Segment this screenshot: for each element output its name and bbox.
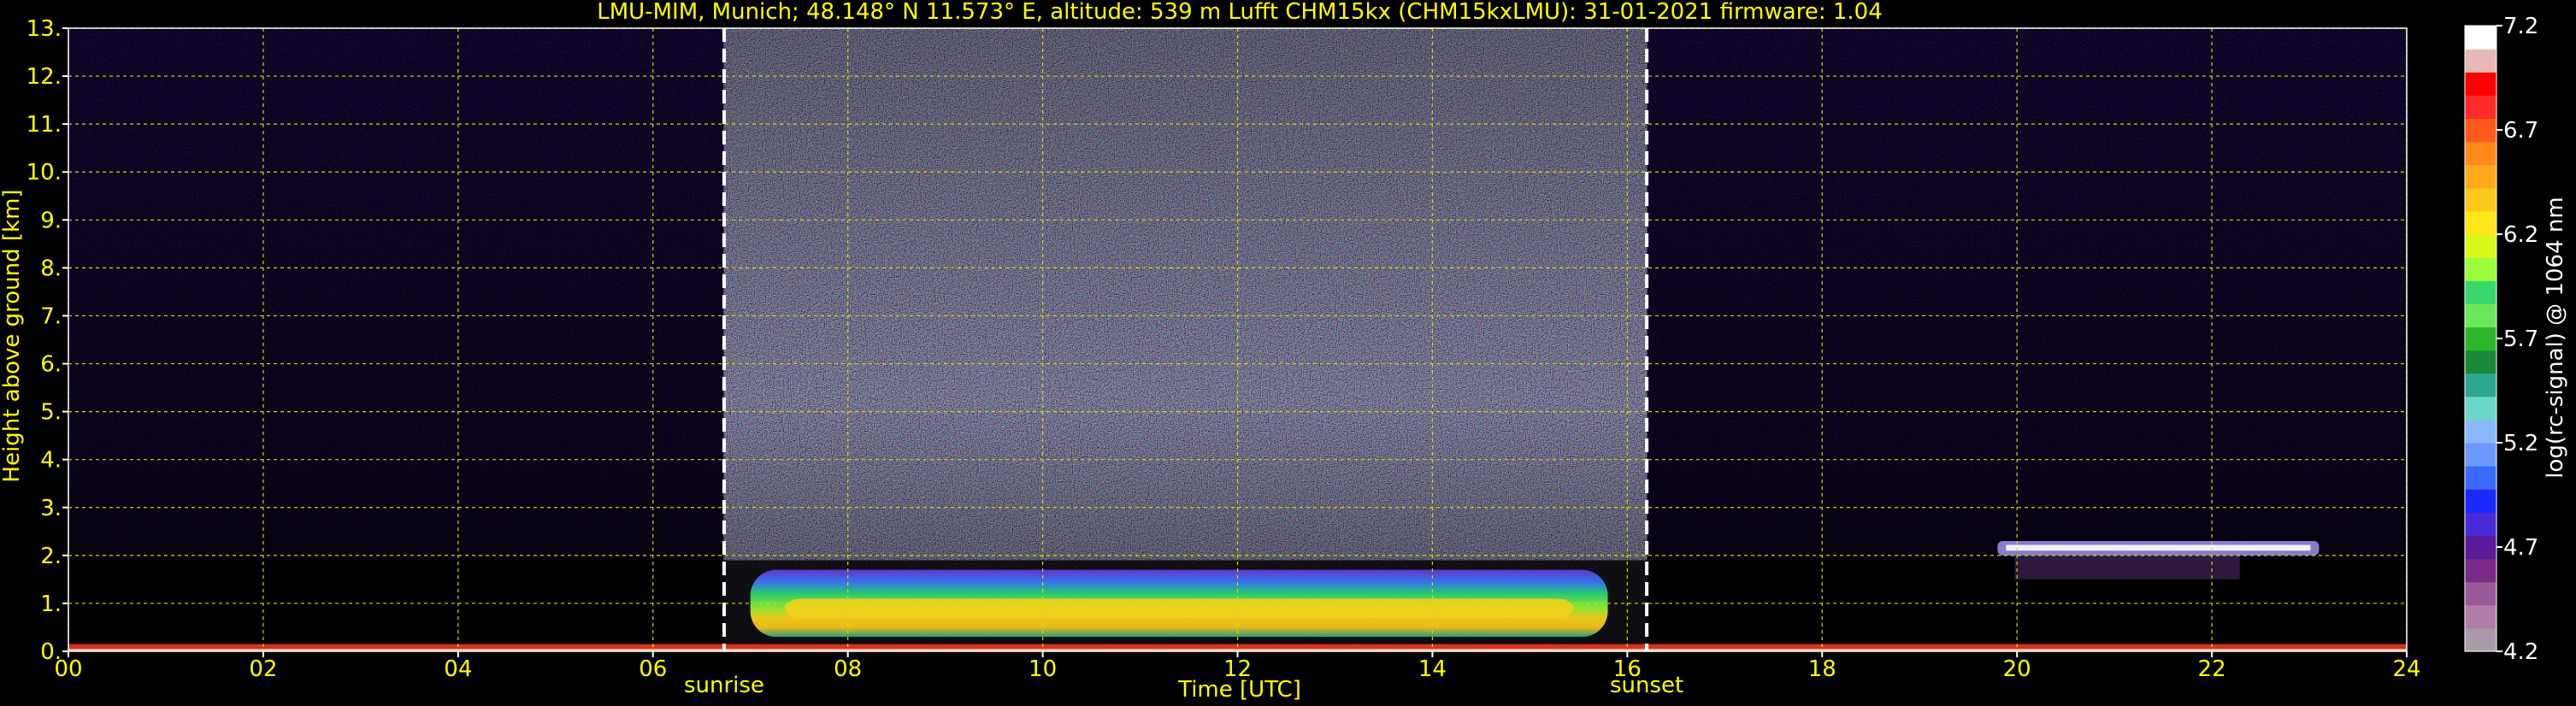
- colorbar-segment: [2465, 49, 2496, 73]
- colorbar-segment: [2465, 257, 2496, 281]
- colorbar-segment: [2465, 26, 2496, 50]
- y-tick-label: 4.: [40, 448, 62, 474]
- colorbar-segment: [2465, 396, 2496, 421]
- colorbar-segment: [2465, 419, 2496, 444]
- y-axis-label: Height above ground [km]: [0, 189, 25, 482]
- colorbar-segment: [2465, 72, 2496, 96]
- colorbar-segment: [2465, 327, 2496, 351]
- x-tick-label: 22: [2198, 656, 2226, 682]
- colorbar-segment: [2465, 581, 2496, 606]
- colorbar-segment: [2465, 164, 2496, 189]
- x-tick-label: 24: [2392, 656, 2420, 682]
- colorbar-segment: [2465, 535, 2496, 560]
- x-tick-label: 18: [1808, 656, 1836, 682]
- feature-cloud-core: [2006, 544, 2311, 551]
- x-tick-label: 02: [249, 656, 277, 682]
- y-tick-label: 5.: [40, 400, 62, 426]
- colorbar-segment: [2465, 95, 2496, 120]
- y-tick-label: 12.: [27, 64, 62, 90]
- colorbar-tick-label: 6.7: [2503, 118, 2538, 144]
- colorbar-segment: [2465, 627, 2496, 652]
- x-tick-label: 16: [1613, 656, 1642, 682]
- colorbar-segment: [2465, 512, 2496, 537]
- y-tick-label: 8.: [40, 256, 62, 281]
- event-label-sunrise: sunrise: [684, 673, 764, 698]
- y-tick-label: 13.: [27, 16, 62, 42]
- colorbar-tick-label: 6.2: [2503, 222, 2538, 248]
- y-tick-label: 0.: [40, 639, 62, 665]
- colorbar-segment: [2465, 234, 2496, 258]
- day-fade: [723, 28, 1648, 651]
- x-tick-label: 08: [834, 656, 862, 682]
- x-tick-label: 06: [639, 656, 667, 682]
- colorbar-tick-label: 5.7: [2503, 327, 2538, 352]
- colorbar: 4.2 4.7 5.2 5.7 6.2 6.7 7.2: [2464, 14, 2538, 665]
- colorbar-segment: [2465, 350, 2496, 374]
- x-tick-label: 20: [2003, 656, 2031, 682]
- colorbar-segment: [2465, 443, 2496, 467]
- y-tick-label: 2.: [40, 544, 62, 569]
- colorbar-segment: [2465, 118, 2496, 143]
- y-tick-label: 1.: [40, 591, 62, 617]
- colorbar-tick-label: 5.2: [2503, 431, 2538, 456]
- chart-title: LMU-MIM, Munich; 48.148° N 11.573° E, al…: [597, 0, 1882, 25]
- colorbar-segment: [2465, 373, 2496, 397]
- colorbar-segment: [2465, 303, 2496, 328]
- colorbar-segment: [2465, 187, 2496, 212]
- colorbar-tick-label: 7.2: [2503, 14, 2538, 39]
- x-tick-label: 14: [1418, 656, 1447, 682]
- colorbar-tick-label: 4.2: [2503, 639, 2538, 665]
- y-tick-label: 3.: [40, 496, 62, 521]
- feature-aerosol-core: [784, 598, 1574, 618]
- colorbar-segment: [2465, 466, 2496, 490]
- x-tick-label: 04: [444, 656, 472, 682]
- ceilometer-chart: sunrise sunset 00 02 04 06 08 10 12 14 16 18 20 22 24…: [0, 0, 2568, 703]
- colorbar-segment: [2465, 280, 2496, 304]
- colorbar-label: log(rc-signal) @ 1064 nm: [2543, 197, 2568, 478]
- colorbar-segment: [2465, 604, 2496, 629]
- colorbar-tick-label: 4.7: [2503, 535, 2538, 561]
- colorbar-segment: [2465, 558, 2496, 583]
- y-tick-label: 7.: [40, 303, 62, 329]
- colorbar-segment: [2465, 141, 2496, 166]
- x-axis-label: Time [UTC]: [1177, 677, 1301, 703]
- colorbar-segment: [2465, 489, 2496, 513]
- y-tick-label: 9.: [40, 208, 62, 233]
- colorbar-segment: [2465, 210, 2496, 235]
- y-tick-label: 6.: [40, 352, 62, 378]
- y-tick-label: 11.: [27, 112, 62, 138]
- x-tick-label: 10: [1029, 656, 1057, 682]
- feature-cloud-virga: [2014, 555, 2240, 580]
- y-tick-label: 10.: [27, 160, 62, 185]
